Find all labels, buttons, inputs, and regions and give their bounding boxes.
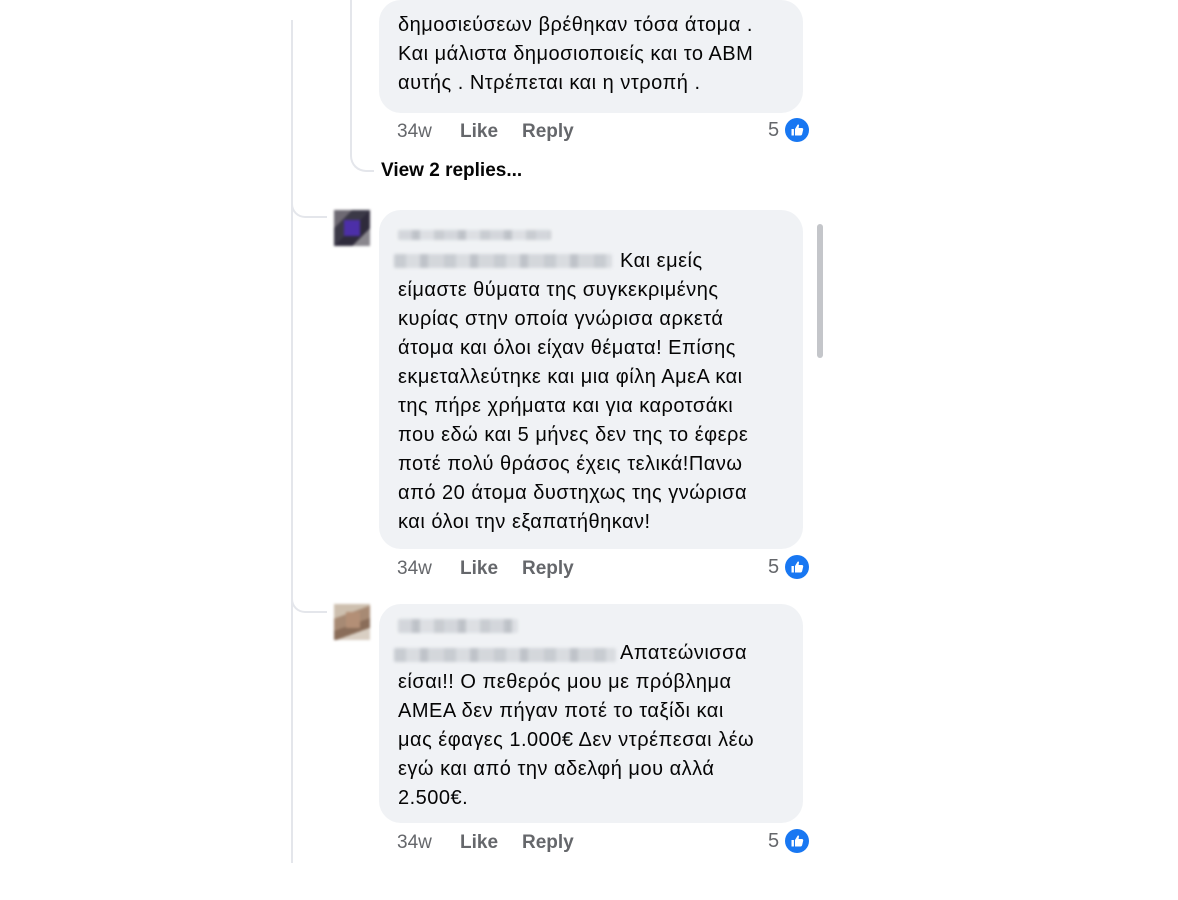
comment-bubble: Απατεώνισσα είσαι!! Ο πεθερός μου με πρό… bbox=[379, 604, 803, 823]
comment-actions: 34w Like Reply bbox=[397, 831, 574, 855]
reaction-count: 5 bbox=[768, 829, 780, 852]
reply-button[interactable]: Reply bbox=[522, 558, 574, 580]
author-name-redacted[interactable] bbox=[398, 230, 551, 240]
comment-text-start: Απατεώνισσα bbox=[620, 642, 748, 664]
thread-line bbox=[291, 20, 293, 863]
like-button[interactable]: Like bbox=[460, 558, 522, 580]
like-thumbs-up-icon bbox=[785, 555, 810, 579]
comment-bubble: Και εμείς είμαστε θύματα της συγκεκριμέν… bbox=[379, 210, 803, 549]
reply-thread-line bbox=[350, 0, 352, 148]
scrollbar-thumb[interactable] bbox=[817, 224, 823, 358]
avatar[interactable] bbox=[334, 604, 370, 640]
comment-text: είμαστε θύματα της συγκεκριμένης κυρίας … bbox=[398, 279, 749, 533]
comment-actions: 34w Like Reply bbox=[397, 120, 574, 144]
reaction-count: 5 bbox=[768, 118, 780, 141]
comment-bubble: δημοσιεύσεων βρέθηκαν τόσα άτομα . Και μ… bbox=[379, 0, 803, 113]
thread-branch bbox=[291, 198, 327, 218]
comment-actions: 34w Like Reply bbox=[397, 557, 574, 581]
like-thumbs-up-icon bbox=[785, 829, 810, 853]
like-button[interactable]: Like bbox=[460, 121, 522, 143]
comment-text: είσαι!! Ο πεθερός μου με πρόβλημα ΑΜΕΑ δ… bbox=[398, 671, 755, 809]
comment-timestamp[interactable]: 34w bbox=[397, 121, 460, 143]
comment-timestamp[interactable]: 34w bbox=[397, 832, 460, 854]
reaction-summary[interactable]: 5 bbox=[768, 117, 810, 143]
comment-timestamp[interactable]: 34w bbox=[397, 558, 460, 580]
mention-tag-redacted[interactable] bbox=[394, 254, 612, 268]
reaction-summary[interactable]: 5 bbox=[768, 554, 810, 580]
comment-text-start: Και εμείς bbox=[620, 250, 703, 272]
reply-button[interactable]: Reply bbox=[522, 121, 574, 143]
thread-branch bbox=[291, 593, 327, 613]
reply-button[interactable]: Reply bbox=[522, 832, 574, 854]
reaction-count: 5 bbox=[768, 555, 780, 578]
reaction-summary[interactable]: 5 bbox=[768, 828, 810, 854]
avatar[interactable] bbox=[334, 210, 370, 246]
mention-tag-redacted[interactable] bbox=[394, 648, 616, 662]
author-name-redacted[interactable] bbox=[398, 619, 518, 633]
comment-text: δημοσιεύσεων βρέθηκαν τόσα άτομα . Και μ… bbox=[398, 14, 754, 94]
reply-thread-curve bbox=[350, 136, 374, 172]
like-thumbs-up-icon bbox=[785, 118, 810, 142]
comments-thread: δημοσιεύσεων βρέθηκαν τόσα άτομα . Και μ… bbox=[0, 0, 1178, 900]
view-replies-link[interactable]: View 2 replies... bbox=[381, 160, 522, 182]
like-button[interactable]: Like bbox=[460, 832, 522, 854]
